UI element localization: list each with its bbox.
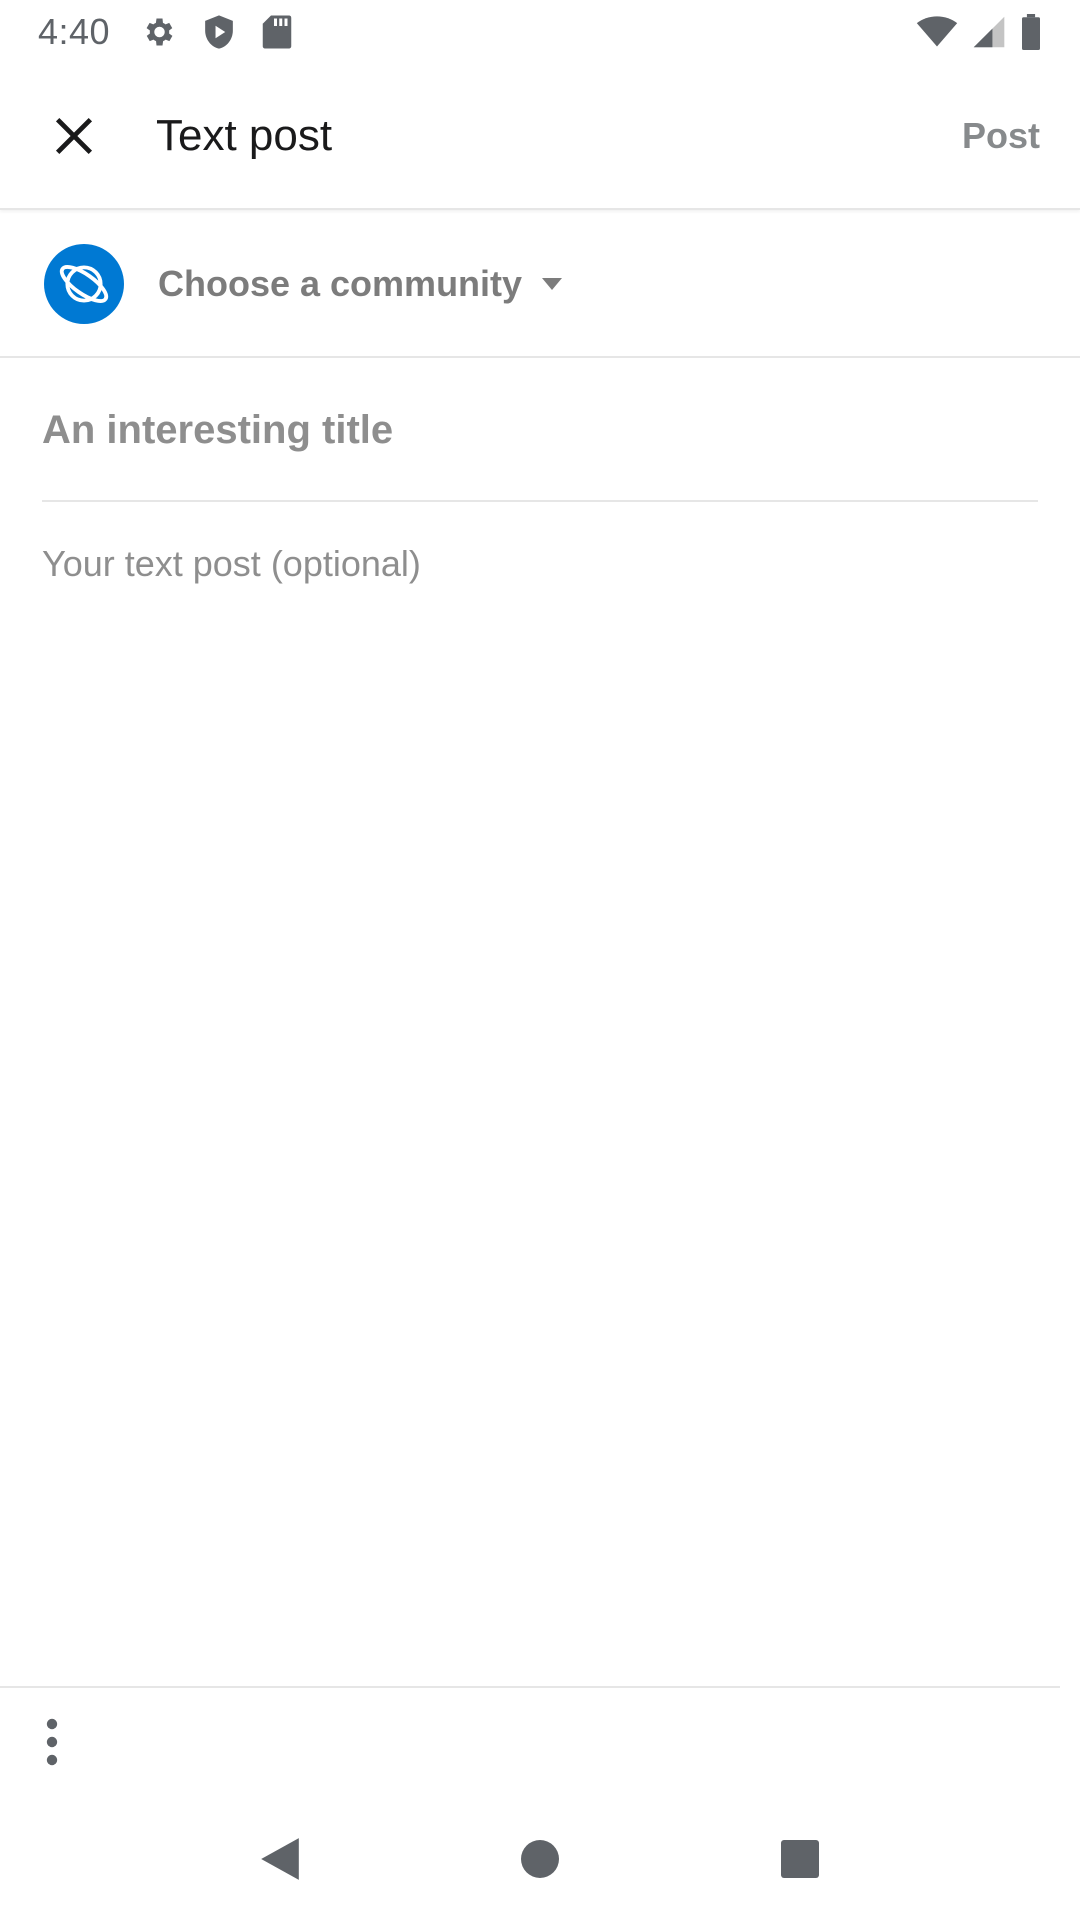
back-button[interactable] [230,1809,330,1909]
status-bar: 4:40 [0,0,1080,64]
community-avatar [44,244,124,324]
more-vertical-icon [46,1718,58,1766]
settings-icon [140,14,176,50]
caret-down-icon [540,276,564,292]
body-text-input[interactable] [42,540,1038,1660]
more-options-button[interactable] [12,1702,92,1782]
app-bar: Text post Post [0,64,1080,210]
status-icons-left [140,14,292,50]
planet-icon [59,265,109,303]
system-nav-bar [0,1798,1080,1920]
close-icon [55,117,93,155]
sd-card-icon [262,14,292,50]
back-icon [261,1838,299,1880]
text-post-screen: 4:40 Text post Post Choose a community A… [0,0,1080,1920]
bottom-toolbar [0,1686,1060,1796]
close-button[interactable] [26,88,122,184]
body-field [42,540,1038,1660]
community-chooser[interactable]: Choose a community [0,212,1080,358]
home-button[interactable] [490,1809,590,1909]
wifi-icon [916,15,958,49]
page-title: Text post [156,111,333,160]
home-icon [521,1840,559,1878]
community-label: Choose a community [158,263,523,304]
post-button[interactable]: Post [962,115,1040,157]
title-input[interactable] [42,407,1038,453]
cell-signal-icon [972,15,1006,49]
battery-icon [1020,14,1042,50]
recents-button[interactable] [750,1809,850,1909]
recents-icon [781,1840,819,1878]
title-field [42,360,1038,502]
status-time: 4:40 [38,11,111,52]
play-protect-icon [202,14,236,50]
status-icons-right [916,14,1042,50]
